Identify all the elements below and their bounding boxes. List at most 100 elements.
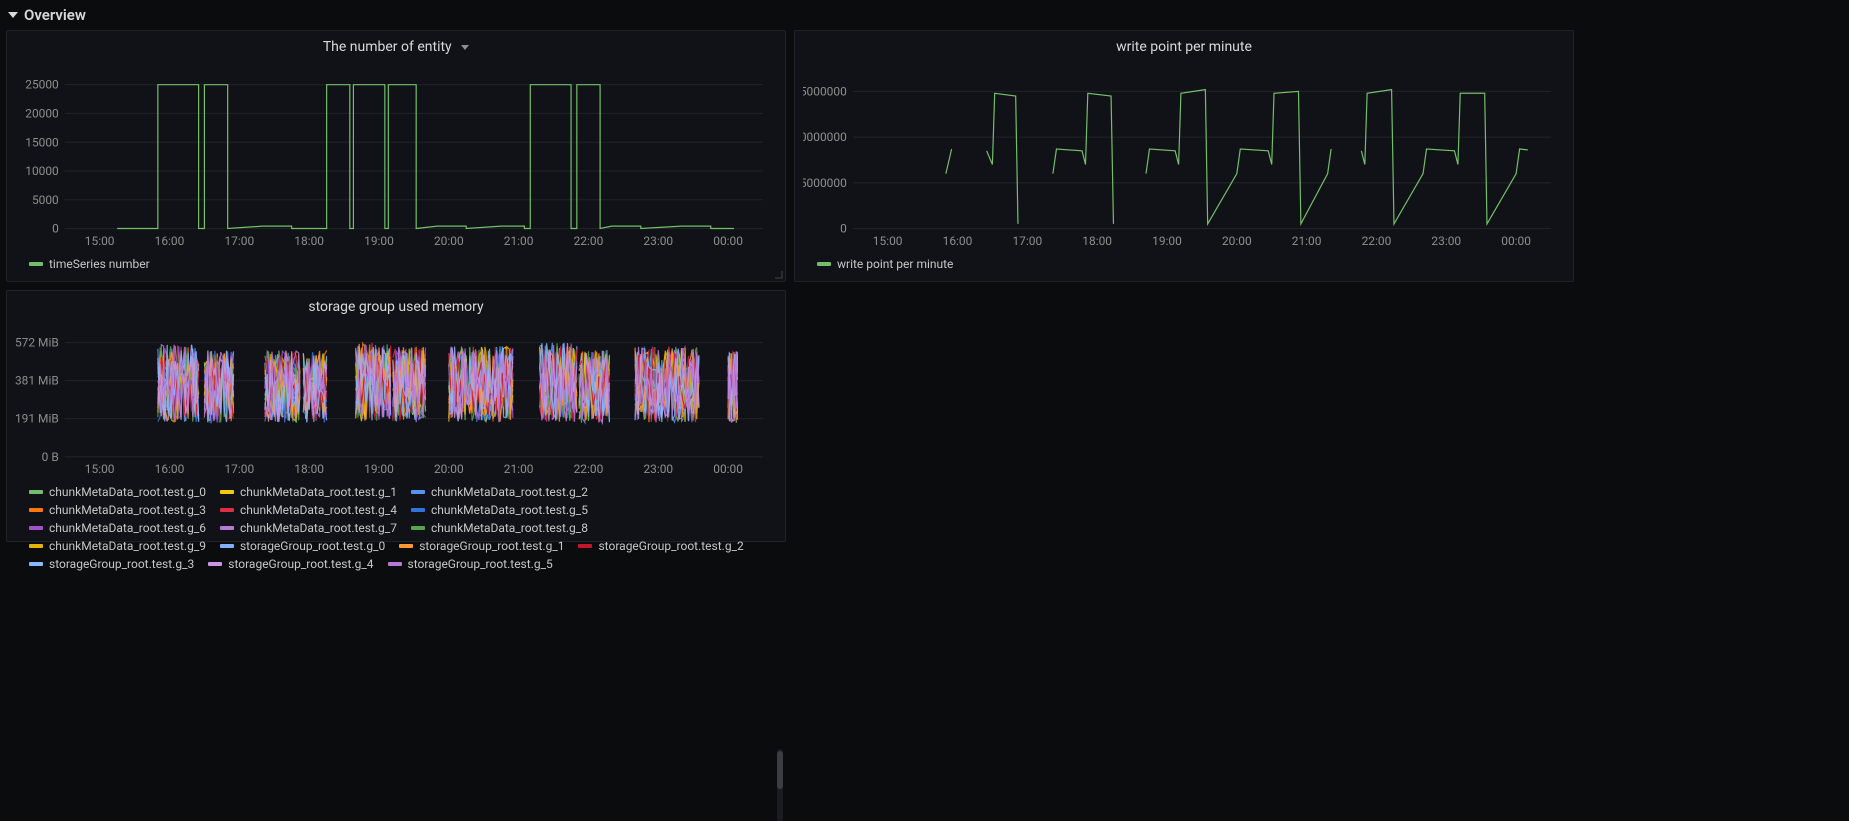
legend-label: chunkMetaData_root.test.g_2	[431, 485, 588, 499]
legend-item[interactable]: storageGroup_root.test.g_4	[208, 557, 373, 571]
svg-text:15000000: 15000000	[803, 84, 847, 98]
legend-label: chunkMetaData_root.test.g_4	[240, 503, 397, 517]
legend-item[interactable]: chunkMetaData_root.test.g_9	[29, 539, 206, 553]
legend-label: storageGroup_root.test.g_4	[228, 557, 373, 571]
svg-text:23:00: 23:00	[643, 462, 673, 476]
legend-swatch	[29, 526, 43, 530]
section-title: Overview	[24, 6, 86, 24]
panel-title[interactable]: write point per minute	[795, 31, 1573, 59]
chevron-down-icon	[8, 12, 18, 18]
chart-sgmem[interactable]: 0 B191 MiB381 MiB572 MiB15:0016:0017:001…	[7, 319, 785, 479]
svg-text:0: 0	[840, 221, 847, 235]
legend-label: write point per minute	[837, 257, 953, 271]
svg-text:20:00: 20:00	[434, 462, 464, 476]
legend-label: chunkMetaData_root.test.g_5	[431, 503, 588, 517]
legend-label: chunkMetaData_root.test.g_0	[49, 485, 206, 499]
section-toggle[interactable]: Overview	[0, 0, 1849, 30]
svg-text:00:00: 00:00	[713, 462, 743, 476]
legend-label: chunkMetaData_root.test.g_1	[240, 485, 397, 499]
legend-label: chunkMetaData_root.test.g_8	[431, 521, 588, 535]
legend-item[interactable]: chunkMetaData_root.test.g_4	[220, 503, 397, 517]
panel-sgmem: storage group used memory 0 B191 MiB381 …	[6, 290, 786, 542]
legend-scrollbar[interactable]	[777, 749, 783, 821]
svg-text:15:00: 15:00	[873, 234, 903, 248]
chart-entity[interactable]: 050001000015000200002500015:0016:0017:00…	[7, 59, 785, 251]
svg-text:22:00: 22:00	[1362, 234, 1392, 248]
svg-text:21:00: 21:00	[504, 462, 534, 476]
legend-item[interactable]: storageGroup_root.test.g_5	[388, 557, 553, 571]
scrollbar-thumb[interactable]	[777, 751, 783, 789]
svg-text:16:00: 16:00	[943, 234, 973, 248]
legend-swatch	[29, 490, 43, 494]
legend-item[interactable]: storageGroup_root.test.g_3	[29, 557, 194, 571]
legend-item[interactable]: chunkMetaData_root.test.g_2	[411, 485, 588, 499]
legend-item[interactable]: storageGroup_root.test.g_1	[399, 539, 564, 553]
svg-text:572 MiB: 572 MiB	[15, 336, 59, 350]
legend-item[interactable]: write point per minute	[817, 257, 953, 271]
panel-wppm: write point per minute 05000000100000001…	[794, 30, 1574, 282]
legend-item[interactable]: storageGroup_root.test.g_0	[220, 539, 385, 553]
panel-title-text: storage group used memory	[308, 299, 483, 315]
chart-wppm[interactable]: 05000000100000001500000015:0016:0017:001…	[795, 59, 1573, 251]
svg-text:15:00: 15:00	[85, 234, 115, 248]
legend-label: storageGroup_root.test.g_3	[49, 557, 194, 571]
legend-label: chunkMetaData_root.test.g_3	[49, 503, 206, 517]
legend-label: chunkMetaData_root.test.g_9	[49, 539, 206, 553]
svg-text:16:00: 16:00	[155, 234, 185, 248]
legend-swatch	[220, 526, 234, 530]
legend-swatch	[411, 508, 425, 512]
panel-grid: The number of entity 0 5000 10000 15000 2000…	[0, 30, 1849, 550]
legend-swatch	[388, 562, 402, 566]
legend-swatch	[411, 526, 425, 530]
svg-text:18:00: 18:00	[294, 234, 324, 248]
svg-text:00:00: 00:00	[713, 234, 743, 248]
svg-text:191 MiB: 191 MiB	[15, 412, 59, 426]
chevron-down-icon[interactable]	[461, 45, 469, 50]
svg-text:21:00: 21:00	[1292, 234, 1322, 248]
svg-text:22:00: 22:00	[574, 234, 604, 248]
legend-label: timeSeries number	[49, 257, 150, 271]
legend-item[interactable]: chunkMetaData_root.test.g_7	[220, 521, 397, 535]
chart-svg: 050001000015000200002500015:0016:0017:00…	[15, 67, 771, 251]
svg-text:5000: 5000	[32, 193, 59, 207]
panel-entity: The number of entity 0 5000 10000 15000 2000…	[6, 30, 786, 282]
svg-text:0: 0	[52, 221, 59, 235]
svg-text:00:00: 00:00	[1501, 234, 1531, 248]
svg-text:20:00: 20:00	[434, 234, 464, 248]
chart-svg: 0 B191 MiB381 MiB572 MiB15:0016:0017:001…	[15, 327, 771, 479]
svg-text:20000: 20000	[25, 106, 59, 120]
svg-text:23:00: 23:00	[1431, 234, 1461, 248]
legend-entity: timeSeries number	[7, 251, 785, 281]
legend-item[interactable]: chunkMetaData_root.test.g_0	[29, 485, 206, 499]
legend-item[interactable]: chunkMetaData_root.test.g_1	[220, 485, 397, 499]
svg-text:381 MiB: 381 MiB	[15, 374, 59, 388]
svg-text:25000: 25000	[25, 78, 59, 92]
panel-title[interactable]: storage group used memory	[7, 291, 785, 319]
panel-title[interactable]: The number of entity	[7, 31, 785, 59]
chart-svg: 05000000100000001500000015:0016:0017:001…	[803, 67, 1559, 251]
legend-swatch	[399, 544, 413, 548]
svg-text:22:00: 22:00	[574, 462, 604, 476]
legend-item[interactable]: storageGroup_root.test.g_2	[578, 539, 743, 553]
resize-handle-icon[interactable]	[775, 271, 783, 279]
svg-text:15000: 15000	[25, 135, 59, 149]
legend-item[interactable]: chunkMetaData_root.test.g_5	[411, 503, 588, 517]
svg-text:10000: 10000	[25, 164, 59, 178]
svg-text:15:00: 15:00	[85, 462, 115, 476]
legend-item[interactable]: chunkMetaData_root.test.g_6	[29, 521, 206, 535]
svg-text:19:00: 19:00	[364, 234, 394, 248]
svg-text:23:00: 23:00	[643, 234, 673, 248]
panel-title-text: The number of entity	[323, 39, 452, 55]
legend-swatch	[220, 544, 234, 548]
svg-text:19:00: 19:00	[364, 462, 394, 476]
legend-label: chunkMetaData_root.test.g_6	[49, 521, 206, 535]
legend-item[interactable]: chunkMetaData_root.test.g_8	[411, 521, 588, 535]
svg-text:21:00: 21:00	[504, 234, 534, 248]
legend-swatch	[29, 262, 43, 266]
svg-text:20:00: 20:00	[1222, 234, 1252, 248]
legend-item[interactable]: timeSeries number	[29, 257, 150, 271]
legend-sgmem: chunkMetaData_root.test.g_0 chunkMetaData…	[7, 479, 785, 581]
legend-item[interactable]: chunkMetaData_root.test.g_3	[29, 503, 206, 517]
legend-wppm: write point per minute	[795, 251, 1573, 281]
legend-swatch	[29, 562, 43, 566]
